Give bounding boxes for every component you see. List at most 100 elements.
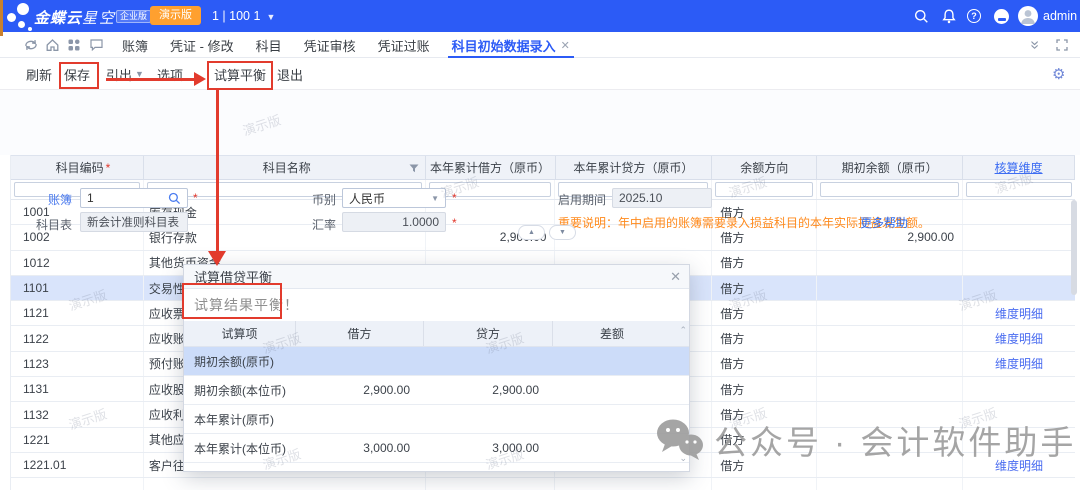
cell-credit <box>424 405 553 433</box>
cell-dimension-link[interactable]: 维度明细 <box>963 326 1075 350</box>
close-tab-icon[interactable]: ✕ <box>561 39 570 52</box>
book-input[interactable]: 1 <box>80 188 188 208</box>
col-header-opening[interactable]: 期初余额（原币） <box>817 156 963 179</box>
refresh-button[interactable]: 刷新 <box>26 58 52 90</box>
options-button[interactable]: 选项 <box>157 58 183 90</box>
sync-icon[interactable] <box>24 32 38 58</box>
currency-label: 币别 <box>274 191 336 208</box>
required-marker: * <box>452 216 457 230</box>
vertical-scrollbar[interactable] <box>1071 200 1077 295</box>
col-label: 科目名称 <box>263 159 311 176</box>
chevron-down-icon: ▼ <box>266 12 275 22</box>
period-label: 启用期间 <box>546 191 606 208</box>
annotation-arrow <box>216 90 219 252</box>
cell-dimension-link <box>963 225 1075 249</box>
collapse-up-button[interactable]: ▲ <box>518 225 545 240</box>
toolbar: 刷新 保存 引出▼ 选项 试算平衡 退出 ⚙ <box>0 58 1080 90</box>
cell-direction: 借方 <box>712 251 817 275</box>
export-button[interactable]: 引出▼ <box>106 58 144 90</box>
channel-watermark-text: 公众号 · 会计软件助手 <box>714 416 1076 464</box>
col-header-debit: 借方 <box>296 321 424 346</box>
cell-difference <box>553 405 671 433</box>
avatar[interactable] <box>1018 6 1038 26</box>
message-icon[interactable] <box>90 32 103 58</box>
tab-bar: 账簿 凭证 - 修改 科目 凭证审核 凭证过账 科目初始数据录入✕ » <box>0 32 1080 58</box>
tab-voucher-edit[interactable]: 凭证 - 修改 <box>170 32 234 58</box>
period-field: 2025.10 <box>612 188 712 208</box>
search-icon[interactable] <box>912 8 930 24</box>
cell-credit: 2,900.00 <box>424 376 553 404</box>
cell-opening <box>817 377 963 401</box>
export-label: 引出 <box>106 65 132 84</box>
required-marker: * <box>106 161 111 175</box>
app-header: 金蝶云星空 企业版 演示版 1 | 100 1▼ ? admin <box>0 0 1080 32</box>
annotation-box-trial-balance <box>207 61 273 90</box>
chart-label: 科目表 <box>10 216 72 233</box>
cell-dimension-link[interactable]: 维度明细 <box>963 352 1075 376</box>
user-name[interactable]: admin <box>1043 9 1077 23</box>
open-tabs: 账簿 凭证 - 修改 科目 凭证审核 凭证过账 科目初始数据录入✕ <box>122 32 570 58</box>
help-icon[interactable]: ? <box>967 9 981 23</box>
rate-field: 1.0000 <box>342 212 446 232</box>
col-header-ytd-debit[interactable]: 本年累计借方（原币） <box>426 156 556 179</box>
table-header-row: 科目编码* 科目名称 本年累计借方（原币） 本年累计贷方（原币） 余额方向 期初… <box>11 155 1075 180</box>
annotation-box-result <box>182 283 282 319</box>
brand-sub: 星空 <box>82 10 116 27</box>
org-selector[interactable]: 1 | 100 1 ▼ <box>212 9 275 23</box>
book-label: 账簿 <box>10 191 72 208</box>
channel-watermark: 公众号 · 会计软件助手 <box>656 416 1076 464</box>
col-header-ytd-credit[interactable]: 本年累计贷方（原币） <box>556 156 713 179</box>
filter-funnel-icon[interactable] <box>409 164 419 173</box>
logo-icon <box>28 27 32 31</box>
logo-icon <box>7 13 16 22</box>
currency-select[interactable]: 人民币 ▼ <box>342 188 446 208</box>
col-header-code[interactable]: 科目编码* <box>11 156 144 179</box>
collapse-down-button[interactable]: ▼ <box>549 225 576 240</box>
cell-difference <box>553 347 671 375</box>
more-help-link[interactable]: 更多帮助 <box>860 214 908 231</box>
logo-icon <box>18 21 25 28</box>
tab-voucher-post[interactable]: 凭证过账 <box>378 32 430 58</box>
tab-voucher-audit[interactable]: 凭证审核 <box>304 32 356 58</box>
scroll-up-icon[interactable]: ⌃ <box>679 325 687 336</box>
col-header-name[interactable]: 科目名称 <box>144 156 426 179</box>
column-filter-input[interactable] <box>820 182 959 197</box>
logo-icon <box>17 3 29 15</box>
book-value: 1 <box>87 191 94 205</box>
remote-assist-icon[interactable] <box>994 9 1009 24</box>
home-icon[interactable] <box>46 32 59 58</box>
bell-icon[interactable] <box>940 8 958 24</box>
org-text: 1 | 100 1 <box>212 9 260 23</box>
gear-icon[interactable]: ⚙ <box>1052 58 1065 90</box>
collapse-tabs-icon[interactable]: » <box>1021 41 1047 50</box>
cell-dimension-link <box>963 377 1075 401</box>
required-marker: * <box>193 191 198 205</box>
fullscreen-icon[interactable] <box>1056 32 1068 58</box>
dialog-row[interactable]: 期初余额(本位币) 2,900.00 2,900.00 <box>184 376 689 405</box>
apps-grid-icon[interactable] <box>68 32 80 58</box>
dialog-row[interactable]: 本年累计(本位币) 3,000.00 3,000.00 <box>184 434 689 463</box>
cell-dimension-link <box>963 251 1075 275</box>
cell-code: 1012 <box>11 251 144 275</box>
lookup-icon[interactable] <box>168 192 181 205</box>
tab-accounts[interactable]: 科目 <box>256 32 282 58</box>
brand-main: 金蝶云 <box>34 10 82 27</box>
close-icon[interactable]: ✕ <box>670 269 681 285</box>
cell-code: 1221.01 <box>11 453 144 477</box>
col-label: 本年累计贷方（原币） <box>573 159 693 176</box>
tab-initial-data-entry[interactable]: 科目初始数据录入✕ <box>452 32 570 58</box>
cell-direction: 借方 <box>712 377 817 401</box>
cell-difference <box>553 376 671 404</box>
col-label: 期初余额（原币） <box>842 159 938 176</box>
col-label: 余额方向 <box>740 159 788 176</box>
tab-account-books[interactable]: 账簿 <box>122 32 148 58</box>
filter-panel: 账簿 1 * 科目表 新会计准则科目表 币别 人民币 ▼ * 汇率 1.0000… <box>0 90 1080 155</box>
demo-version-badge: 演示版 <box>150 6 201 25</box>
exit-button[interactable]: 退出 <box>277 58 303 90</box>
col-header-direction[interactable]: 余额方向 <box>712 156 817 179</box>
brand-title: 金蝶云星空 <box>34 7 116 28</box>
col-header-difference: 差额 <box>553 321 671 346</box>
dialog-row-selected[interactable]: 期初余额(原币) <box>184 347 689 376</box>
dialog-row[interactable]: 本年累计(原币) <box>184 405 689 434</box>
annotation-arrowhead <box>208 251 226 266</box>
